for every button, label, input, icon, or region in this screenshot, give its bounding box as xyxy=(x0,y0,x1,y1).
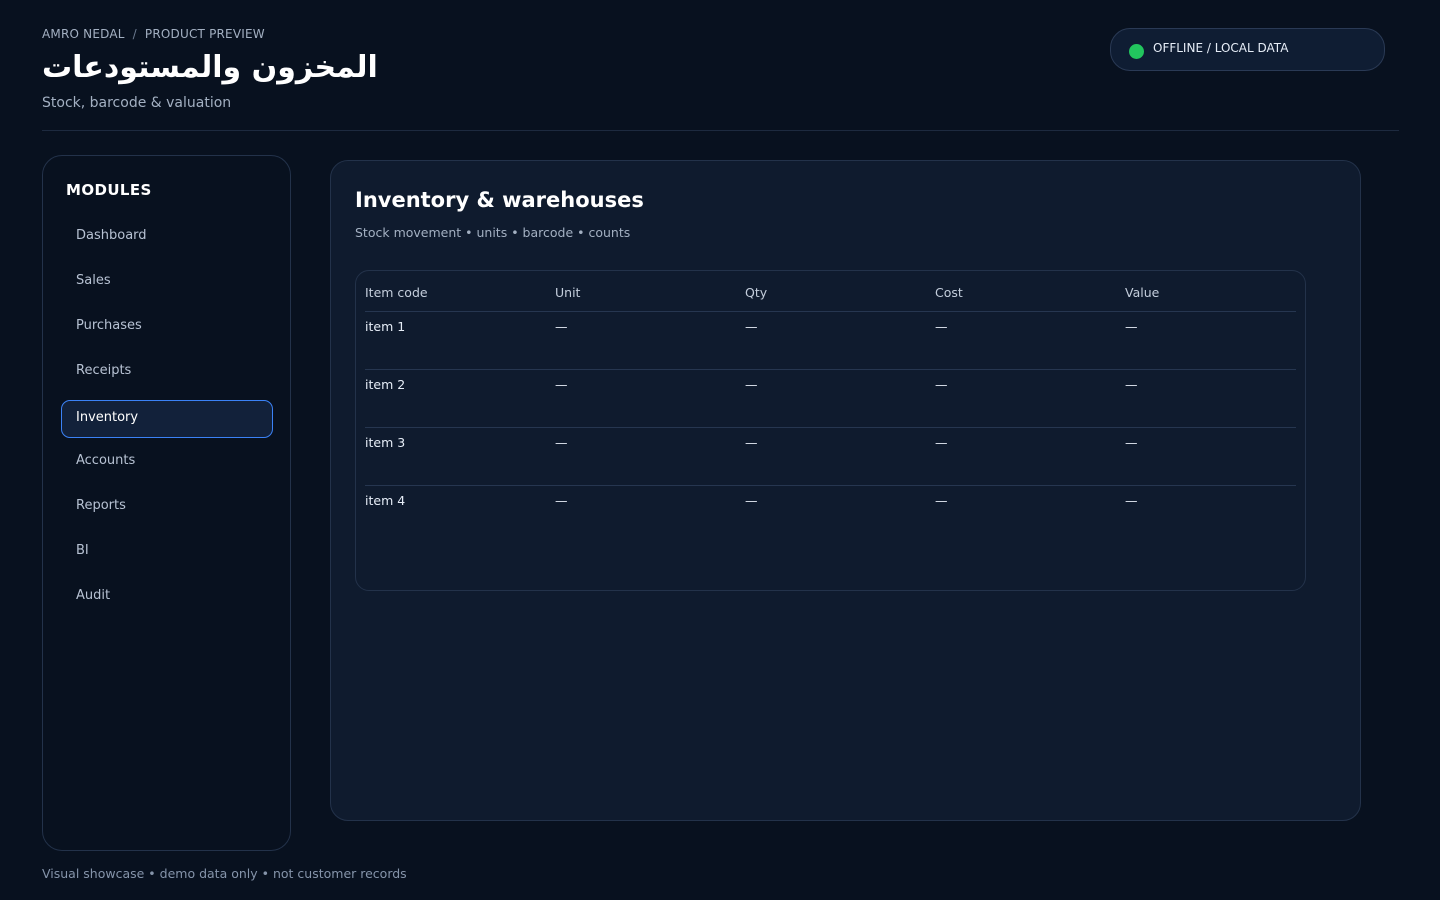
panel-subtitle: Stock movement • units • barcode • count… xyxy=(355,225,631,240)
sidebar-item-audit[interactable]: Audit xyxy=(61,578,273,616)
column-header-qty[interactable]: Qty xyxy=(745,285,935,312)
sidebar-item-inventory[interactable]: Inventory xyxy=(61,400,273,438)
sidebar-item-label: Dashboard xyxy=(76,227,147,243)
column-header-value[interactable]: Value xyxy=(1125,285,1296,312)
table-row[interactable]: item 2 — — — — xyxy=(365,369,1296,427)
table-row[interactable]: item 3 — — — — xyxy=(365,427,1296,485)
cell-value: — xyxy=(1125,377,1138,392)
cell-value: — xyxy=(1125,493,1138,508)
sidebar-item-label: BI xyxy=(76,542,89,558)
cell-cost: — xyxy=(935,493,948,508)
column-header-cost[interactable]: Cost xyxy=(935,285,1125,312)
cell-qty: — xyxy=(745,377,758,392)
cell-cost: — xyxy=(935,377,948,392)
sidebar-item-bi[interactable]: BI xyxy=(61,533,273,571)
column-header-item-code[interactable]: Item code xyxy=(365,285,555,312)
cell-value: — xyxy=(1125,435,1138,450)
status-dot-icon xyxy=(1129,44,1144,59)
sidebar-item-label: Inventory xyxy=(76,409,139,425)
inventory-table: Item code Unit Qty Cost Value item 1 — —… xyxy=(355,270,1306,591)
panel-title: Inventory & warehouses xyxy=(355,188,644,212)
breadcrumb-item-preview[interactable]: PRODUCT PREVIEW xyxy=(145,27,265,41)
sidebar-item-label: Receipts xyxy=(76,362,132,378)
sidebar-item-label: Purchases xyxy=(76,317,142,333)
app-root: AMRO NEDAL / PRODUCT PREVIEW المخزون وال… xyxy=(0,0,1440,900)
column-header-unit[interactable]: Unit xyxy=(555,285,745,312)
cell-item-code: item 1 xyxy=(365,319,406,334)
cell-cost: — xyxy=(935,435,948,450)
header-divider xyxy=(42,130,1399,131)
cell-unit: — xyxy=(555,435,568,450)
sidebar-item-label: Audit xyxy=(76,587,111,603)
cell-item-code: item 4 xyxy=(365,493,406,508)
page-subtitle: Stock, barcode & valuation xyxy=(42,95,232,111)
cell-unit: — xyxy=(555,319,568,334)
sidebar-item-label: Sales xyxy=(76,272,111,288)
breadcrumb-separator: / xyxy=(132,27,137,41)
cell-cost: — xyxy=(935,319,948,334)
sidebar-item-label: Reports xyxy=(76,497,126,513)
table-header-row: Item code Unit Qty Cost Value xyxy=(365,285,1296,312)
breadcrumb-item-brand[interactable]: AMRO NEDAL xyxy=(42,27,125,41)
cell-qty: — xyxy=(745,493,758,508)
status-badge: OFFLINE / LOCAL DATA xyxy=(1110,28,1385,71)
table-row[interactable]: item 4 — — — — xyxy=(365,485,1296,543)
cell-item-code: item 2 xyxy=(365,377,406,392)
main-panel: Inventory & warehouses Stock movement • … xyxy=(330,160,1361,821)
cell-item-code: item 3 xyxy=(365,435,406,450)
cell-qty: — xyxy=(745,319,758,334)
sidebar-item-accounts[interactable]: Accounts xyxy=(61,443,273,481)
breadcrumb: AMRO NEDAL / PRODUCT PREVIEW xyxy=(42,27,265,41)
sidebar-item-sales[interactable]: Sales xyxy=(61,263,273,301)
sidebar-item-receipts[interactable]: Receipts xyxy=(61,353,273,391)
page-title: المخزون والمستودعات xyxy=(42,50,378,85)
cell-unit: — xyxy=(555,493,568,508)
cell-qty: — xyxy=(745,435,758,450)
footer-note: Visual showcase • demo data only • not c… xyxy=(42,866,407,881)
sidebar-item-reports[interactable]: Reports xyxy=(61,488,273,526)
status-label: OFFLINE / LOCAL DATA xyxy=(1153,40,1289,55)
sidebar-item-purchases[interactable]: Purchases xyxy=(61,308,273,346)
cell-unit: — xyxy=(555,377,568,392)
cell-value: — xyxy=(1125,319,1138,334)
table-row[interactable]: item 1 — — — — xyxy=(365,311,1296,369)
sidebar-item-label: Accounts xyxy=(76,452,136,468)
sidebar-title: MODULES xyxy=(66,181,152,199)
sidebar: MODULES Dashboard Sales Purchases Receip… xyxy=(42,155,291,851)
sidebar-item-dashboard[interactable]: Dashboard xyxy=(61,218,273,256)
